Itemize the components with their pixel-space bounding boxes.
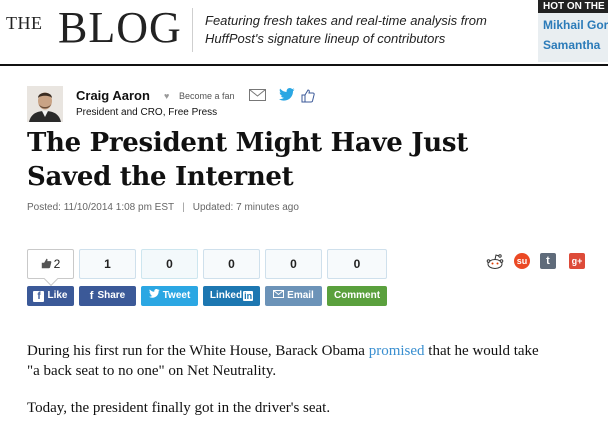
- article-paragraph: Today, the president finally got in the …: [27, 400, 331, 416]
- blog-tagline: Featuring fresh takes and real-time anal…: [205, 12, 515, 48]
- heart-icon: ♥: [164, 91, 170, 101]
- meta-divider: |: [182, 202, 185, 213]
- author-name[interactable]: Craig Aaron: [76, 88, 150, 103]
- tweet-label: Tweet: [162, 290, 191, 301]
- comment-button[interactable]: Comment: [327, 286, 387, 306]
- hot-item-link[interactable]: Mikhail Gorbachev: [538, 18, 608, 32]
- tumblr-icon[interactable]: t: [540, 253, 556, 269]
- hot-on-the-blog-panel: HOT ON THE BLOG Mikhail Gorbachev Samant…: [538, 0, 608, 62]
- like-count: 2: [53, 257, 61, 271]
- like-label: Like: [47, 290, 68, 301]
- paragraph-text: "a back seat to no one" on Net Neutralit…: [27, 363, 277, 379]
- email-icon[interactable]: [249, 88, 266, 106]
- article-paragraph: During his first run for the White House…: [27, 341, 597, 381]
- paragraph-text: that he would take: [424, 343, 539, 359]
- like-count-box: 2: [27, 249, 74, 279]
- hot-panel-title: HOT ON THE BLOG: [538, 0, 608, 13]
- email-count: 0: [265, 249, 322, 279]
- twitter-bird-icon: [148, 286, 160, 306]
- author-avatar[interactable]: [27, 86, 63, 122]
- facebook-share-button[interactable]: f Share: [79, 286, 136, 306]
- promised-link[interactable]: promised: [369, 343, 425, 359]
- linkedin-count: 0: [203, 249, 260, 279]
- facebook-share-count: 1: [79, 249, 136, 279]
- linkedin-icon: in: [243, 291, 254, 301]
- header-rule: [0, 64, 608, 66]
- thumbs-up-icon: [41, 251, 52, 279]
- tweet-button[interactable]: Tweet: [141, 286, 198, 306]
- comment-label: Comment: [333, 290, 381, 301]
- article-title: The President Might Have Just Saved the …: [27, 126, 587, 194]
- paragraph-text: During his first run for the White House…: [27, 343, 369, 359]
- header-divider: [192, 8, 193, 52]
- become-a-fan-link[interactable]: Become a fan: [179, 91, 235, 101]
- share-label: Share: [97, 290, 126, 301]
- stumbleupon-icon[interactable]: su: [514, 253, 530, 269]
- blog-logo-prefix[interactable]: THE: [6, 13, 43, 34]
- google-plus-icon[interactable]: g+: [569, 253, 585, 269]
- blog-logo[interactable]: BLOG: [58, 2, 182, 53]
- comment-count: 0: [327, 249, 387, 279]
- thumbs-up-icon[interactable]: [301, 89, 315, 108]
- email-label: Email: [287, 290, 314, 301]
- article-title-line: The President Might Have Just: [27, 128, 468, 158]
- email-share-button[interactable]: Email: [265, 286, 322, 306]
- author-title: President and CRO, Free Press: [76, 107, 218, 118]
- facebook-icon: f: [33, 290, 45, 302]
- reddit-icon[interactable]: [486, 253, 504, 269]
- article-meta: Posted: 11/10/2014 1:08 pm EST | Updated: …: [27, 202, 299, 213]
- linkedin-share-button[interactable]: Linked in: [203, 286, 260, 306]
- tagline-line: HuffPost's signature lineup of contribut…: [205, 31, 446, 46]
- tweet-count: 0: [141, 249, 198, 279]
- site-header: THE BLOG Featuring fresh takes and real-…: [0, 0, 608, 62]
- hot-item-link[interactable]: Samantha: [538, 38, 608, 52]
- twitter-bird-icon[interactable]: [279, 88, 295, 106]
- envelope-icon: [273, 286, 285, 306]
- article-title-line: Saved the Internet: [27, 162, 294, 192]
- facebook-like-button[interactable]: f Like: [27, 286, 74, 306]
- tagline-line: Featuring fresh takes and real-time anal…: [205, 13, 487, 28]
- facebook-icon: f: [89, 290, 94, 302]
- updated-date: Updated: 7 minutes ago: [192, 202, 299, 213]
- posted-date: Posted: 11/10/2014 1:08 pm EST: [27, 202, 175, 213]
- linkedin-label: Linked: [209, 290, 243, 301]
